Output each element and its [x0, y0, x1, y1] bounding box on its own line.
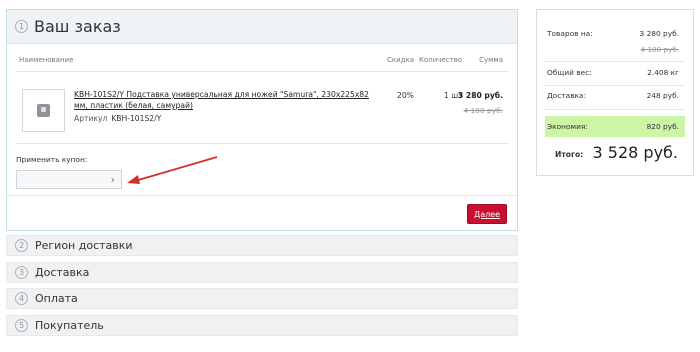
order-header[interactable]: 1 Ваш заказ	[7, 10, 517, 44]
step-title: Доставка	[35, 266, 90, 279]
summary-goods-old: 4 100 руб.	[640, 45, 679, 54]
summary-total-value: 3 528 руб.	[592, 143, 678, 162]
red-arrow-annotation	[127, 156, 218, 184]
step-number-badge: 4	[15, 292, 28, 305]
product-sum: 3 280 руб.	[458, 91, 503, 100]
product-name-link[interactable]: KBH-101S2/Y Подставка универсальная для …	[74, 89, 374, 111]
order-title: Ваш заказ	[34, 17, 121, 36]
divider	[17, 71, 509, 72]
sku-value: KBH-101S2/Y	[111, 114, 162, 123]
divider	[7, 195, 517, 196]
divider	[545, 109, 685, 110]
step-payment[interactable]: 4 Оплата	[6, 288, 518, 309]
step-title: Оплата	[35, 292, 78, 305]
divider	[545, 85, 685, 86]
step-number-badge: 5	[15, 319, 28, 332]
summary-weight-label: Общий вес:	[547, 68, 592, 77]
next-button[interactable]: Далее	[467, 204, 507, 224]
step-title: Покупатель	[35, 319, 104, 332]
product-sku: Артикул KBH-101S2/Y	[74, 114, 161, 123]
product-image[interactable]	[22, 89, 65, 132]
step-number-badge: 1	[15, 20, 28, 33]
image-placeholder-icon	[37, 104, 50, 117]
sku-label: Артикул	[74, 114, 108, 123]
column-header-discount: Скидка	[387, 56, 415, 64]
divider	[17, 143, 509, 144]
step-number-badge: 3	[15, 266, 28, 279]
column-header-sum: Сумма	[479, 56, 503, 64]
column-header-quantity: Количество	[419, 56, 463, 64]
summary-economy-label: Экономия:	[547, 122, 588, 131]
step-delivery-region[interactable]: 2 Регион доставки	[6, 235, 518, 256]
coupon-input[interactable]: ›	[16, 170, 122, 189]
summary-delivery-value: 248 руб.	[646, 91, 679, 100]
summary-goods-label: Товаров на:	[547, 29, 593, 38]
column-header-name: Наименование	[19, 56, 74, 64]
summary-total-label: Итого:	[555, 150, 584, 159]
step-buyer[interactable]: 5 Покупатель	[6, 315, 518, 336]
step-delivery[interactable]: 3 Доставка	[6, 262, 518, 283]
summary-goods-value: 3 280 руб.	[639, 29, 679, 38]
step-title: Регион доставки	[35, 239, 133, 252]
summary-delivery-label: Доставка:	[547, 91, 587, 100]
product-old-sum: 4 100 руб.	[463, 106, 503, 115]
product-discount: 20%	[397, 91, 414, 100]
divider	[545, 61, 685, 62]
chevron-right-icon[interactable]: ›	[111, 174, 115, 185]
order-section: 1 Ваш заказ Наименование Скидка Количест…	[6, 9, 518, 231]
summary-weight-value: 2.408 кг	[647, 68, 679, 77]
step-number-badge: 2	[15, 239, 28, 252]
coupon-label: Применить купон:	[16, 155, 88, 164]
order-summary: Товаров на: 3 280 руб. 4 100 руб. Общий …	[536, 9, 694, 176]
summary-economy-value: 820 руб.	[646, 122, 679, 131]
